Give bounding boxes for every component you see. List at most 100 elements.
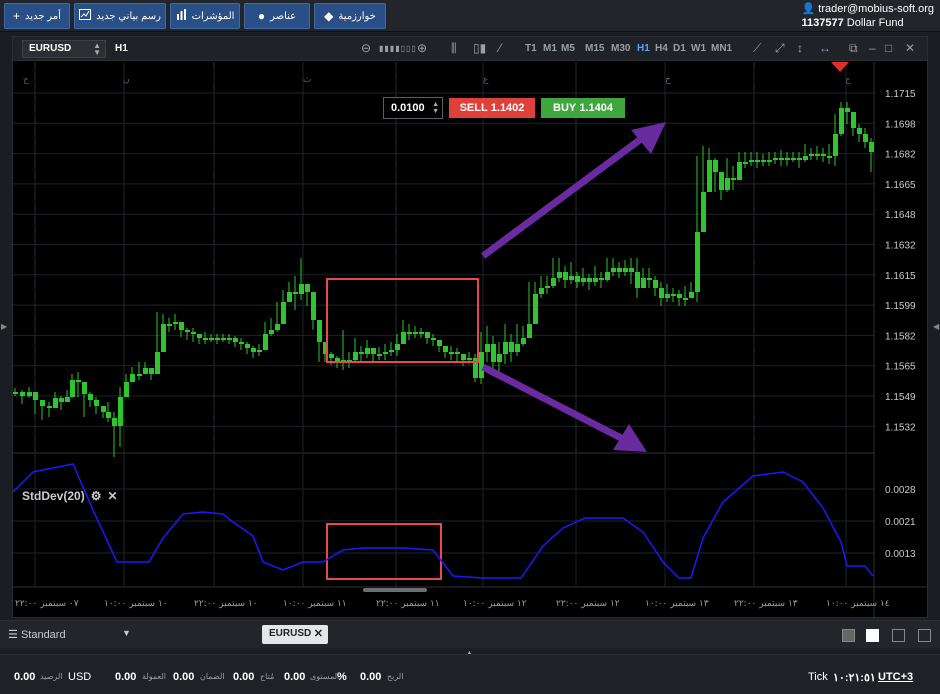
shapes-icon: ● [257,9,266,23]
timeframe-t1[interactable]: T1 [525,43,537,54]
collapse-right-icon[interactable]: ◀ [933,322,939,331]
minimize-icon[interactable]: – [869,41,876,55]
level-value: 0.00 [284,671,306,683]
candle-body [719,172,724,190]
candle-body [257,350,262,352]
timeframe-w1[interactable]: W1 [691,43,706,54]
new-chart-button[interactable]: رسم بياني جديد [74,3,166,29]
time-tick-label: ١٠ سبتمبر ١٠:٠٠ [104,599,168,609]
candle-body [665,294,670,298]
free-value: 0.00 [233,671,255,683]
bar-chart-icon [176,9,187,23]
horizontal-line-icon[interactable]: ↔ [819,41,831,55]
candle-body [455,352,460,354]
candle-body [467,358,472,360]
zoom-slider[interactable]: ▮▮▮▮▯▯▯ [379,44,417,53]
candle-body [659,288,664,298]
symbol-tab[interactable]: EURUSD ✕ [262,625,328,644]
timeframe-h4[interactable]: H4 [655,43,668,54]
candle-body [431,338,436,340]
menu-icon: ☰ [8,629,18,641]
elements-button[interactable]: ● عناصر [244,3,310,29]
candle-body [521,338,526,344]
timeframe-m30[interactable]: M30 [611,43,630,54]
candle-body [737,162,742,180]
chart-icon [79,9,92,23]
buy-button[interactable]: BUY 1.1404 [541,98,625,118]
candle-body [653,280,658,288]
draw-line-icon[interactable]: ⟋ [753,41,761,56]
chart-canvas[interactable]: 1.1715 1.1698 1.1682 1.1665 1.1648 1.1632 1.16… [12,62,927,619]
vertical-scale-icon[interactable]: ↕ [797,41,803,55]
day-marker: ث [303,75,311,85]
layout-grid-icon[interactable] [866,629,879,642]
candle-body [27,392,32,396]
chart-toolbar: EURUSD ▲ ▼ H1 ⊖ ▮▮▮▮▯▯▯ ⊕ ⫼ ▯▮ ⁄ T1 M1 M5 M1… [13,37,927,61]
candle-body [161,324,166,352]
indicator-name: StdDev(20) [22,489,85,503]
detach-icon[interactable]: ⧉ [849,41,858,56]
indicator-tick-label: 0.0028 [885,485,916,496]
zoom-out-icon[interactable]: ⊖ [361,41,371,55]
timeframe-d1[interactable]: D1 [673,43,686,54]
candle-body [299,284,304,294]
price-tick-label: 1.1599 [885,301,916,312]
chart-plot-area[interactable]: 1.1715 1.1698 1.1682 1.1665 1.1648 1.1632 1.16… [12,62,927,619]
status-bar: 0.00 الرصيد USD 0.00 العمولة 0.00 الضمان… [0,654,940,694]
candle-body [233,338,238,342]
candle-body [647,278,652,280]
zoom-in-icon[interactable]: ⊕ [417,41,427,55]
candle-body [575,276,580,282]
candle-body [191,332,196,334]
plus-icon: + [13,9,21,23]
one-click-trading: 0.0100 ▲ ▼ SELL 1.1402 BUY 1.1404 [383,97,625,119]
candle-body [803,156,808,160]
timeframe-m1[interactable]: M1 [543,43,557,54]
time-tick-label: ١٣ سبتمبر ١٠:٠٠ [645,599,709,609]
candle-body [112,418,117,426]
indicators-button[interactable]: المؤشرات [170,3,240,29]
candle-body [413,332,418,334]
timeframe-m15[interactable]: M15 [585,43,604,54]
account-info[interactable]: 👤 trader@mobius-soft.org 1137577 Dollar … [802,2,934,30]
layout-columns-icon[interactable] [892,629,905,642]
time-scrollbar[interactable] [363,588,427,592]
settings-icon[interactable]: ⚙ [91,489,102,503]
bar-icon[interactable]: ⫼ [451,41,457,56]
timeframe-mn1[interactable]: MN1 [711,43,732,54]
timeframe-m5[interactable]: M5 [561,43,575,54]
current-timeframe: H1 [115,43,128,54]
timezone-select[interactable]: UTC+3 [878,671,913,683]
candle-body [106,412,111,418]
lot-size-input[interactable]: 0.0100 ▲ ▼ [383,97,443,119]
layout-single-icon[interactable] [842,629,855,642]
candle-body [275,324,280,330]
sell-button[interactable]: SELL 1.1402 [449,98,535,118]
close-icon[interactable]: ✕ [905,41,915,55]
line-chart-icon[interactable]: ⁄ [499,41,501,55]
indicator-tick-label: 0.0013 [885,549,916,560]
fit-icon[interactable]: ⤢ [775,41,785,56]
candle-body [725,178,730,190]
symbol-select[interactable]: EURUSD ▲ ▼ [22,40,106,58]
candle-body [797,158,802,160]
new-order-button[interactable]: + أمر جديد [4,3,70,29]
candle-body [130,374,135,382]
remove-indicator-icon[interactable]: ✕ [107,489,117,503]
layout-rows-icon[interactable] [918,629,931,642]
candle-body [611,268,616,272]
maximize-icon[interactable]: □ [885,41,892,55]
candle-body [485,344,490,352]
algorithms-button[interactable]: ◆ خوارزمية [314,3,386,29]
candle-icon[interactable]: ▯▮ [473,41,486,55]
tick-label: Tick [808,671,828,683]
candle-body [809,154,814,156]
close-tab-icon[interactable]: ✕ [314,627,323,640]
plot-background [13,62,874,587]
candle-body [821,154,826,156]
timeframe-h1[interactable]: H1 [637,43,650,54]
candle-body [65,397,70,402]
layout-select[interactable]: ☰ Standard ▼ [8,628,131,641]
price-tick-label: 1.1648 [885,210,916,221]
collapse-left-icon[interactable]: ▶ [1,322,7,331]
